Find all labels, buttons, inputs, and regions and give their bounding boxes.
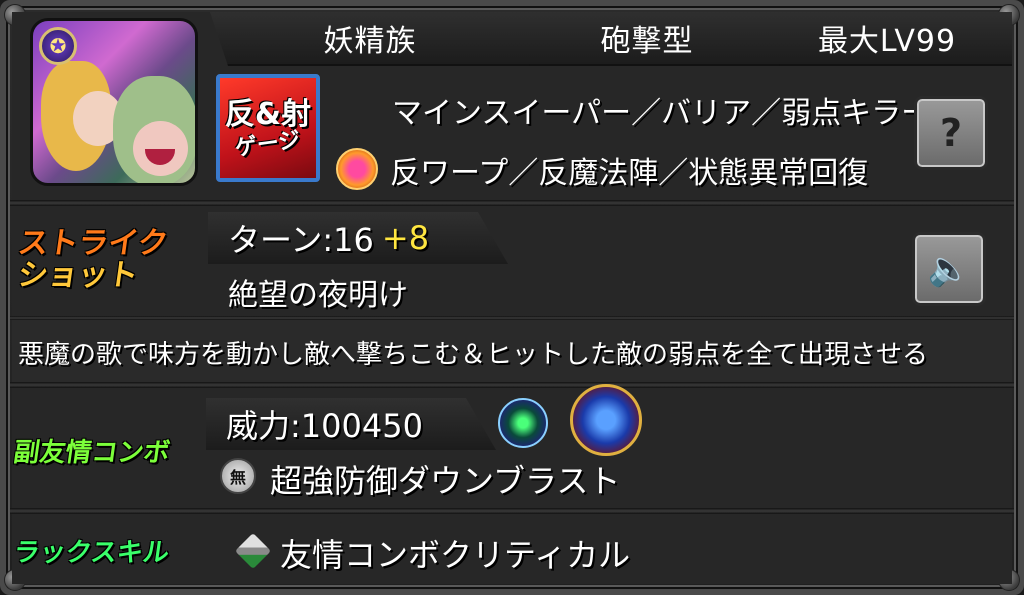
speaker-icon: 🔈 (927, 249, 971, 289)
gauge-orb-icon (498, 398, 548, 448)
max-level-tab: 最大LV99 (762, 12, 1012, 66)
ability-line2: 反ワープ／反魔法陣／状態異常回復 (390, 156, 869, 191)
turns-strip: ターン:16 +8 (208, 212, 508, 264)
sub-friendship-label: 副友情コンボ (11, 438, 172, 468)
shield-orb-icon (570, 384, 642, 456)
reflect-gauge-icon: 反&射 ゲージ (216, 74, 320, 182)
mu-badge-icon: 無 (220, 458, 256, 494)
power-strip: 威力:100450 (206, 398, 496, 450)
turns-label: ターン:16 (228, 221, 374, 259)
tribe-tab: 妖精族 (210, 12, 530, 66)
luck-skill-label: ラックスキル (11, 538, 171, 568)
character-portrait[interactable]: ✪ (30, 18, 198, 186)
strike-shot-name: 絶望の夜明け (228, 278, 408, 313)
gauge-ability-icon (336, 148, 378, 190)
turns-bonus: +8 (381, 219, 430, 257)
luck-skill-name: 友情コンボクリティカル (280, 536, 631, 574)
gauge-line2: ゲージ (233, 127, 303, 162)
help-icon: ? (939, 111, 963, 155)
strike-shot-label: ストライク ショット (15, 226, 171, 293)
ability-line1: マインスイーパー／バリア／弱点キラー (392, 96, 932, 131)
type-tab: 砲撃型 (512, 12, 782, 66)
help-button[interactable]: ? (914, 96, 988, 170)
type-label: 砲撃型 (600, 24, 694, 59)
max-level-label: 最大LV99 (817, 24, 957, 59)
voice-button[interactable]: 🔈 (912, 232, 986, 306)
strike-shot-description: 悪魔の歌で味方を動かし敵へ撃ちこむ＆ヒットした敵の弱点を全て出現させる (18, 340, 929, 370)
power-label: 威力:100450 (226, 407, 423, 445)
sub-friendship-name: 超強防御ダウンブラスト (270, 462, 621, 500)
star-badge-icon: ✪ (39, 27, 77, 65)
tribe-label: 妖精族 (323, 24, 417, 59)
